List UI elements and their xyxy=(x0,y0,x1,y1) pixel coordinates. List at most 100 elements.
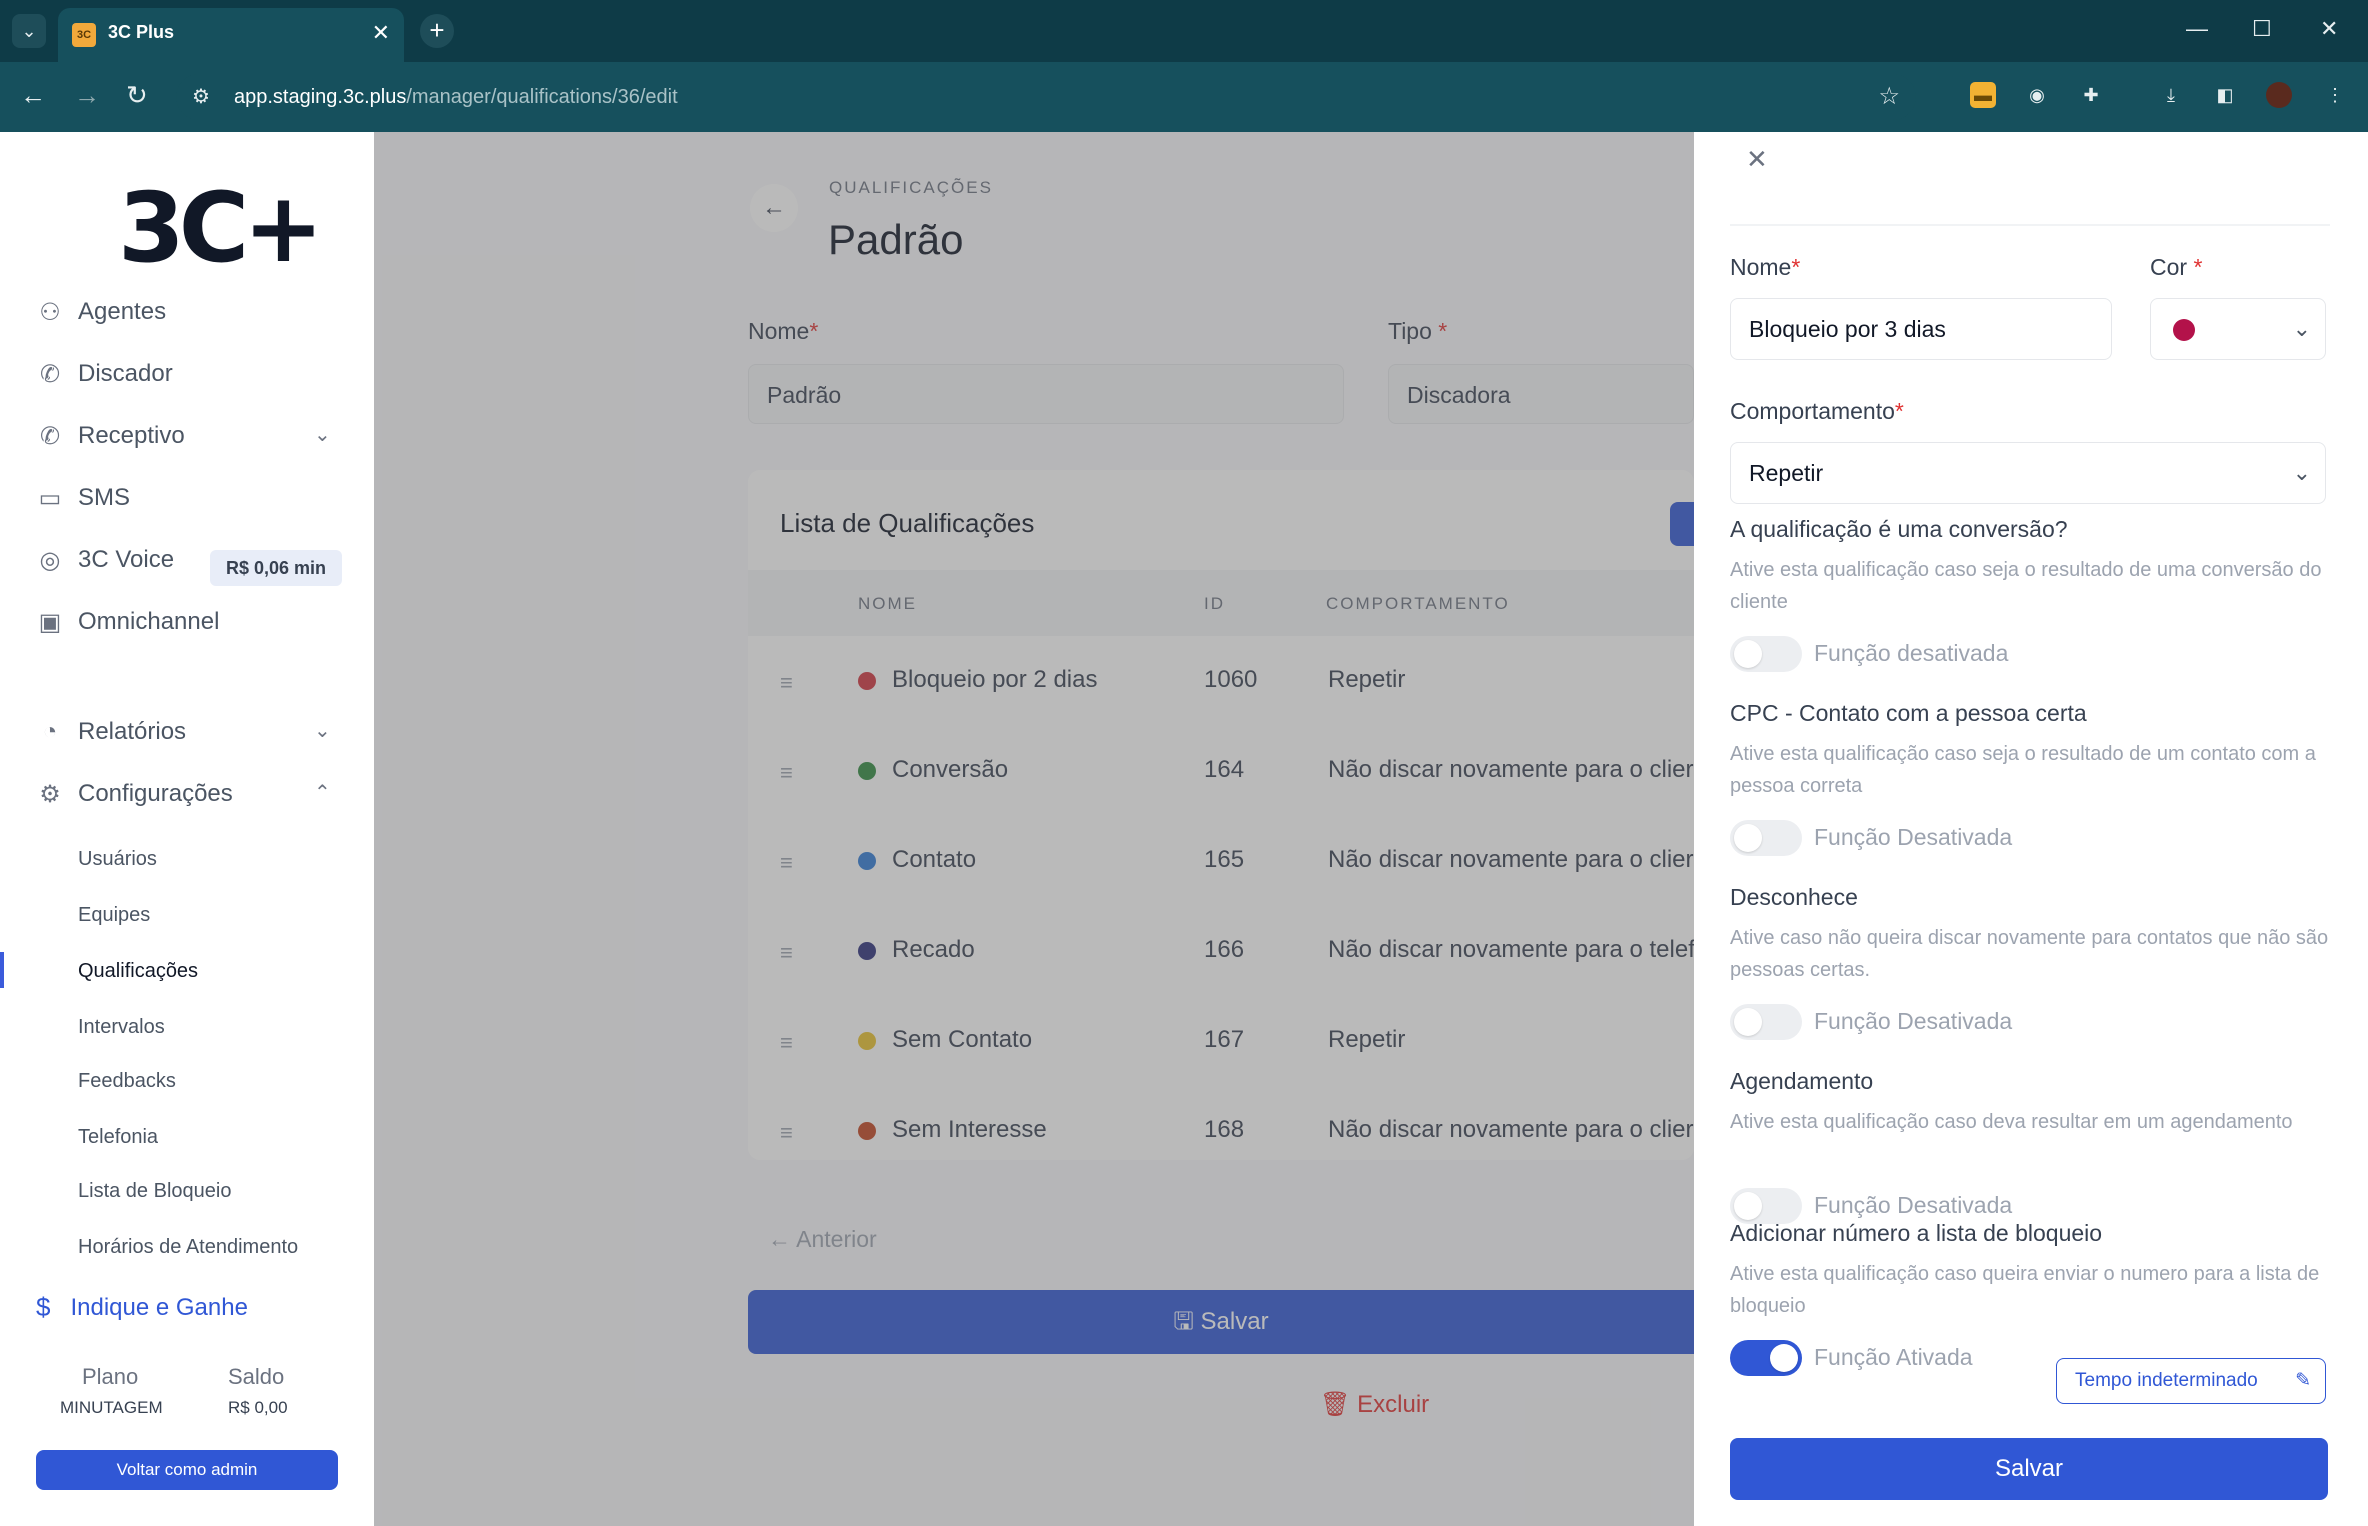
chevron-down-icon[interactable]: ⌄ xyxy=(314,422,331,447)
feature-toggle[interactable] xyxy=(1730,1340,1802,1376)
submenu-lista-de-bloqueio[interactable]: Lista de Bloqueio xyxy=(78,1180,231,1203)
side-panel-icon[interactable]: ◧ xyxy=(2212,82,2238,108)
modal-overlay[interactable] xyxy=(374,132,1694,1526)
bookmark-star-icon[interactable]: ☆ xyxy=(1878,82,1900,111)
section-description: Ative caso não queira discar novamente p… xyxy=(1730,927,2329,981)
dollar-icon: $ xyxy=(36,1292,51,1322)
globe-icon: ◎ xyxy=(39,546,61,574)
active-indicator xyxy=(0,952,4,988)
comportamento-select[interactable]: Repetir ⌄ xyxy=(1730,442,2326,504)
toggle-knob xyxy=(1734,1192,1762,1220)
tab-close-icon[interactable]: ✕ xyxy=(372,20,390,46)
drawer-cor-label: Cor * xyxy=(2150,254,2203,280)
sidebar-item-relatorios[interactable]: ◔ Relatórios xyxy=(34,712,186,752)
plan-value: MINUTAGEM xyxy=(60,1398,163,1417)
sidebar-item-3c-voice[interactable]: ◎ 3C Voice xyxy=(34,540,175,580)
drawer-comportamento-label: Comportamento* xyxy=(1730,398,1904,424)
close-icon[interactable]: ✕ xyxy=(1746,144,1768,175)
submenu-intervalos[interactable]: Intervalos xyxy=(78,1016,165,1039)
sidebar-item-discador[interactable]: ✆ Discador xyxy=(34,354,173,394)
reload-icon[interactable]: ↻ xyxy=(126,80,148,111)
url-domain: app.staging.3c.plus xyxy=(234,86,407,108)
url-field[interactable]: ⚙ app.staging.3c.plus/manager/qualificat… xyxy=(176,74,1916,120)
color-select[interactable]: ⌄ xyxy=(2150,298,2326,360)
saldo-label: Saldo xyxy=(228,1364,285,1389)
section-title: Agendamento xyxy=(1730,1068,1874,1094)
chevron-down-icon: ⌄ xyxy=(2292,316,2311,341)
window-close-icon[interactable]: ✕ xyxy=(2320,16,2338,42)
drawer-divider xyxy=(1730,224,2330,226)
sidebar-item-sms[interactable]: ▭ SMS xyxy=(34,478,130,518)
chat-icon: ▣ xyxy=(38,608,62,636)
forward-arrow-icon[interactable]: → xyxy=(74,80,100,111)
tab-search-chevron-icon[interactable]: ⌄ xyxy=(12,14,46,48)
extension-folder-icon[interactable]: ▬ xyxy=(1970,82,1996,108)
pencil-icon: ✎ xyxy=(2295,1370,2311,1391)
browser-address-bar: ← → ↻ ⚙ app.staging.3c.plus/manager/qual… xyxy=(0,62,2368,132)
url-path: /manager/qualifications/36/edit xyxy=(406,86,678,108)
submenu-telefonia[interactable]: Telefonia xyxy=(78,1126,158,1149)
saldo-value: R$ 0,00 xyxy=(228,1398,288,1417)
sidebar-item-label: Omnichannel xyxy=(78,608,220,635)
phone-icon: ✆ xyxy=(39,360,61,388)
color-swatch xyxy=(2173,319,2195,341)
drawer-save-button[interactable]: Salvar xyxy=(1730,1438,2328,1500)
toggle-status-label: Função Ativada xyxy=(1814,1344,1973,1370)
browser-tab[interactable]: 3C 3C Plus ✕ xyxy=(58,8,404,62)
profile-avatar[interactable] xyxy=(2266,82,2292,108)
chevron-up-icon[interactable]: ⌃ xyxy=(314,780,331,805)
download-icon[interactable]: ⤓ xyxy=(2158,82,2184,108)
favicon-icon: 3C xyxy=(72,23,96,47)
extension-screen-icon[interactable]: ◉ xyxy=(2024,82,2050,108)
submenu-feedbacks[interactable]: Feedbacks xyxy=(78,1070,176,1093)
sidebar-item-omnichannel[interactable]: ▣ Omnichannel xyxy=(34,602,220,642)
sidebar-item-label: SMS xyxy=(78,484,131,511)
submenu-usuarios[interactable]: Usuários xyxy=(78,848,157,871)
toggle-status-label: Função desativada xyxy=(1814,640,2009,666)
minimize-icon[interactable]: — xyxy=(2186,16,2208,42)
toggle-knob xyxy=(1770,1344,1798,1372)
maximize-icon[interactable]: ☐ xyxy=(2252,16,2272,42)
feature-toggle[interactable] xyxy=(1730,1188,1802,1224)
section-description: Ative esta qualificação caso queira envi… xyxy=(1730,1263,2320,1317)
sidebar-item-agentes[interactable]: ⚇ Agentes xyxy=(34,292,166,332)
sidebar-item-receptivo[interactable]: ✆ Receptivo xyxy=(34,416,185,456)
toggle-knob xyxy=(1734,824,1762,852)
section-description: Ative esta qualificação caso deva result… xyxy=(1730,1111,2293,1133)
sidebar-item-label: Relatórios xyxy=(78,718,187,745)
drawer-nome-label: Nome* xyxy=(1730,254,1801,280)
user-icon: ⚇ xyxy=(39,298,61,326)
pie-chart-icon: ◔ xyxy=(42,718,58,745)
browser-menu-icon[interactable]: ⋮ xyxy=(2322,82,2348,108)
feature-toggle[interactable] xyxy=(1730,1004,1802,1040)
extensions-puzzle-icon[interactable]: ✚ xyxy=(2078,82,2104,108)
sidebar: 3C+ ⚇ Agentes ✆ Discador ✆ Receptivo ⌄ ▭… xyxy=(0,132,374,1526)
indique-label: Indique e Ganhe xyxy=(70,1293,248,1321)
site-settings-icon[interactable]: ⚙ xyxy=(192,84,210,109)
section-title: CPC - Contato com a pessoa certa xyxy=(1730,700,2087,726)
message-icon: ▭ xyxy=(38,484,62,512)
section-title: Adicionar número a lista de bloqueio xyxy=(1730,1220,2103,1246)
voice-price-badge: R$ 0,06 min xyxy=(210,550,342,586)
submenu-equipes[interactable]: Equipes xyxy=(78,904,150,927)
section-title: Desconhece xyxy=(1730,884,1858,910)
submenu-qualificacoes[interactable]: Qualificações xyxy=(78,960,198,983)
sidebar-item-label: Receptivo xyxy=(78,422,185,449)
drawer-nome-input[interactable]: Bloqueio por 3 dias xyxy=(1730,298,2112,360)
submenu-horarios[interactable]: Horários de Atendimento xyxy=(78,1236,298,1259)
edit-qualification-drawer: ✕ Nome* Bloqueio por 3 dias Cor * ⌄ Comp… xyxy=(1694,132,2368,1526)
feature-toggle[interactable] xyxy=(1730,820,1802,856)
indique-e-ganhe-link[interactable]: $ Indique e Ganhe xyxy=(36,1292,248,1323)
toggle-knob xyxy=(1734,640,1762,668)
chevron-down-icon[interactable]: ⌄ xyxy=(314,718,331,743)
new-tab-plus-icon[interactable]: + xyxy=(420,14,454,48)
back-arrow-icon[interactable]: ← xyxy=(20,80,46,111)
voltar-como-admin-button[interactable]: Voltar como admin xyxy=(36,1450,338,1490)
sidebar-item-label: Discador xyxy=(78,360,173,387)
sidebar-item-label: Configurações xyxy=(78,780,233,807)
tempo-indeterminado-button[interactable]: Tempo indeterminado ✎ xyxy=(2056,1358,2326,1404)
feature-toggle[interactable] xyxy=(1730,636,1802,672)
sidebar-item-configuracoes[interactable]: ⚙ Configurações xyxy=(34,774,233,814)
sidebar-item-label: Agentes xyxy=(78,298,167,325)
browser-tab-bar: ⌄ 3C 3C Plus ✕ + — ☐ ✕ xyxy=(0,0,2368,62)
